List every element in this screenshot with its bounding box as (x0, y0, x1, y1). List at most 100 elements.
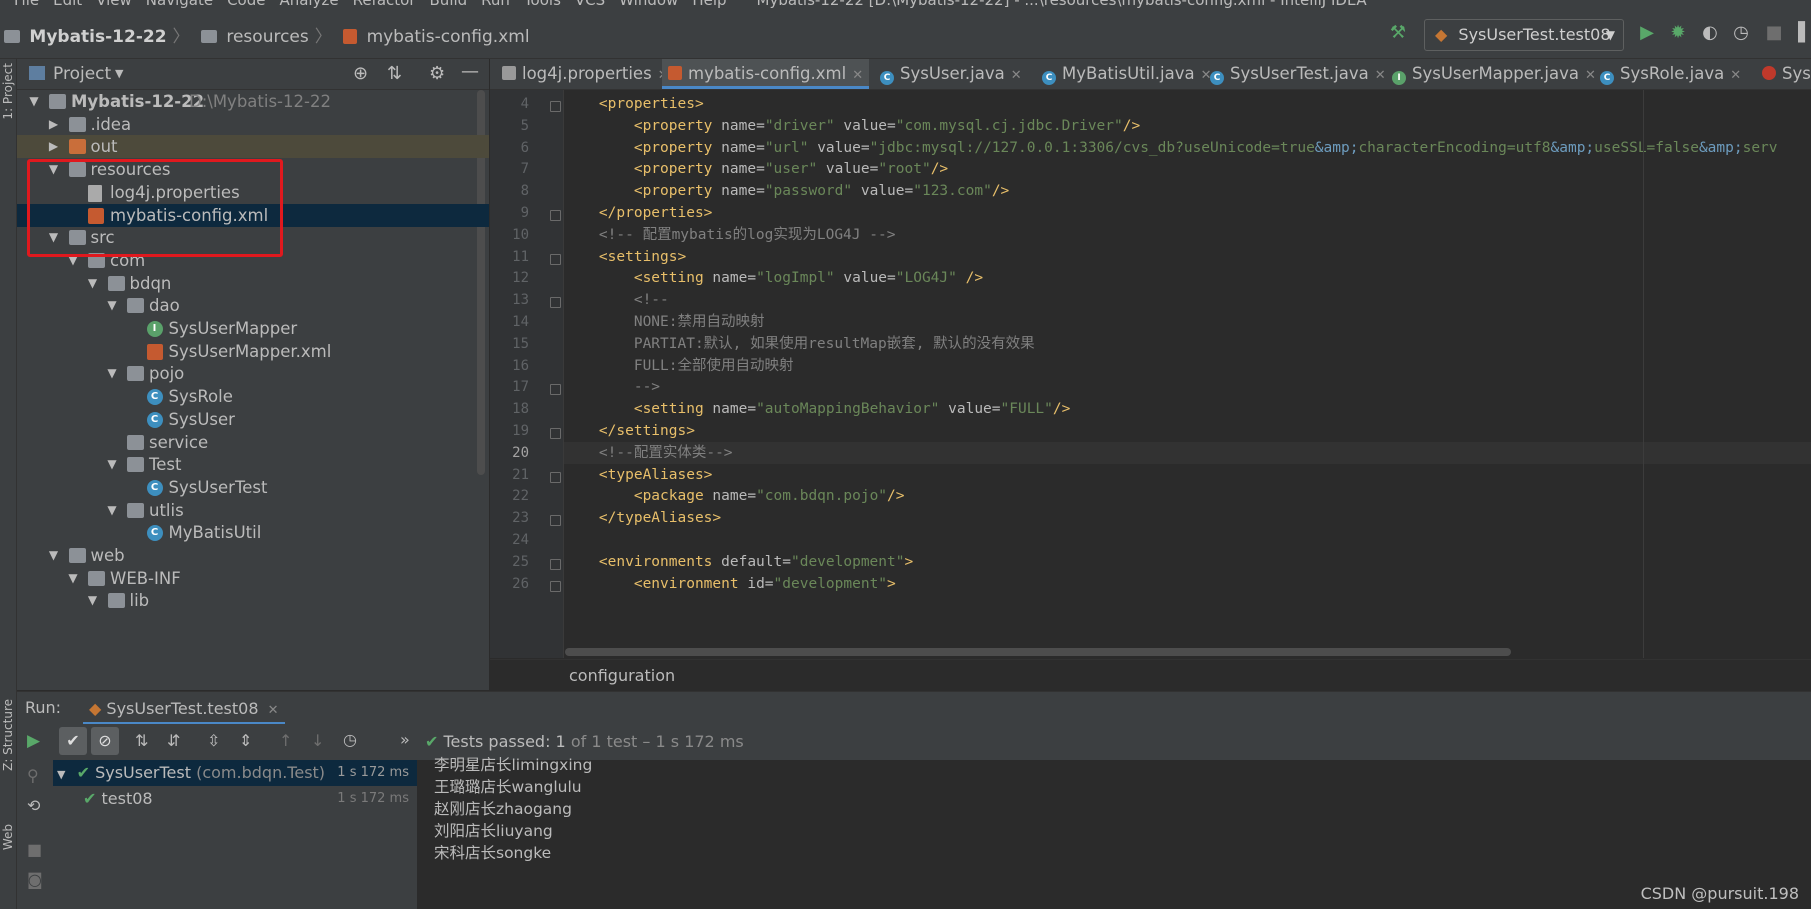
collapse-all-icon[interactable]: ⇅ (387, 63, 402, 84)
menu-item-view[interactable]: View (96, 0, 132, 8)
coverage-icon[interactable]: ◐ (1700, 23, 1720, 43)
code-editor[interactable]: <properties> <property name="driver" val… (564, 90, 1811, 658)
close-icon[interactable]: ✕ (268, 703, 279, 718)
run-configuration-select[interactable]: ◆ SysUserTest.test08 ▼ (1424, 19, 1624, 51)
close-icon[interactable]: ✕ (1375, 68, 1386, 83)
close-icon[interactable]: ✕ (1730, 68, 1741, 83)
run-icon[interactable]: ▶ (1637, 23, 1657, 43)
fold-marker-icon[interactable] (550, 101, 561, 112)
sort-duration-icon[interactable]: ⇵ (167, 731, 180, 750)
hide-icon[interactable]: — (461, 61, 479, 82)
chevron-down-icon[interactable]: ▼ (105, 362, 119, 385)
project-tool-tab[interactable]: 1: Project (1, 63, 15, 120)
chevron-down-icon[interactable]: ▼ (105, 499, 119, 522)
fold-marker-icon[interactable] (550, 253, 561, 265)
tree-item[interactable]: C SysUser (17, 408, 489, 431)
fold-marker-icon[interactable] (550, 428, 561, 439)
more-icon[interactable]: » (400, 730, 410, 749)
locate-icon[interactable]: ⊕ (353, 63, 368, 84)
expand-all-icon[interactable]: ⇳ (207, 731, 220, 750)
menu-item-navigate[interactable]: Navigate (146, 0, 213, 8)
next-icon[interactable]: ↓ (311, 731, 324, 750)
fold-marker-icon[interactable] (550, 297, 561, 309)
chevron-down-icon[interactable]: ▼ (105, 294, 119, 317)
editor-tab[interactable]: C MyBatisUtil.java ✕ (1036, 59, 1218, 89)
close-icon[interactable]: ✕ (1011, 68, 1022, 83)
close-icon[interactable]: ✕ (852, 68, 863, 83)
profile-icon[interactable]: ◷ (1731, 23, 1751, 43)
tree-item[interactable]: service (17, 431, 489, 454)
tree-item[interactable]: ▼ pojo (17, 362, 489, 385)
test-row-case[interactable]: ✔ test08 1 s 172 ms (53, 786, 417, 812)
menu-item-run[interactable]: Run (481, 0, 510, 8)
tree-item[interactable]: ▼ Test (17, 453, 489, 476)
tree-item[interactable]: ▼ web (17, 544, 489, 567)
fold-marker-icon[interactable] (550, 558, 561, 570)
chevron-right-icon[interactable]: ▶ (47, 113, 61, 136)
menu-item-build[interactable]: Build (430, 0, 468, 8)
menu-item-vcs[interactable]: VCS (575, 0, 605, 8)
camera-icon[interactable]: ◙ (27, 870, 43, 889)
tree-item[interactable]: ▶ out (17, 135, 489, 159)
menu-item-help[interactable]: Help (692, 0, 726, 8)
tree-item[interactable]: ▼ dao (17, 294, 489, 317)
history-icon[interactable]: ◷ (343, 730, 357, 749)
test-row-suite[interactable]: ▼ ✔ SysUserTest (com.bdqn.Test) 1 s 172 … (53, 760, 417, 786)
menu-item-code[interactable]: Code (227, 0, 265, 8)
more-icon[interactable]: ▌ (1795, 23, 1811, 43)
fold-marker-icon[interactable] (550, 580, 561, 592)
chevron-right-icon[interactable]: ▶ (47, 135, 61, 158)
chevron-down-icon[interactable]: ▼ (47, 544, 61, 567)
run-tab[interactable]: ◆ SysUserTest.test08 ✕ (83, 696, 285, 725)
stop-icon[interactable]: ■ (1764, 23, 1784, 43)
tree-item[interactable]: C SysUserTest (17, 476, 489, 499)
chevron-down-icon[interactable]: ▼ (105, 453, 119, 476)
refresh-icon[interactable]: ⟲ (27, 796, 40, 815)
chevron-down-icon[interactable]: ▼ (86, 589, 100, 612)
tree-item[interactable]: ▼ WEB-INF (17, 567, 489, 590)
menu-item-edit[interactable]: Edit (53, 0, 82, 8)
show-ignored-icon[interactable]: ⊘ (91, 727, 119, 755)
nav-file[interactable]: mybatis-config.xml (367, 27, 530, 47)
fold-marker-icon[interactable] (550, 515, 561, 527)
tree-item[interactable]: C MyBatisUtil (17, 521, 489, 544)
editor-tab[interactable]: Sys (1756, 59, 1811, 89)
sort-alpha-icon[interactable]: ⇅ (135, 731, 148, 750)
menu-item-analyze[interactable]: Analyze (279, 0, 338, 8)
editor-tab[interactable]: I SysUserMapper.java ✕ (1386, 59, 1602, 89)
editor-tab[interactable]: log4j.properties✕ (496, 59, 675, 89)
structure-tool-tab[interactable]: Z: Structure (1, 699, 15, 771)
fold-marker-icon[interactable] (550, 384, 561, 396)
menu-item-tools[interactable]: Tools (524, 0, 561, 8)
fold-marker-icon[interactable] (550, 471, 561, 483)
pin-icon[interactable]: ⚲ (27, 766, 39, 785)
web-tool-tab[interactable]: Web (1, 824, 15, 850)
previous-icon[interactable]: ↑ (279, 731, 292, 750)
chevron-down-icon[interactable]: ▼ (115, 67, 123, 80)
chevron-down-icon[interactable]: ▼ (27, 90, 41, 113)
gear-icon[interactable]: ⚙ (429, 63, 445, 84)
tree-item[interactable]: SysUserMapper.xml (17, 340, 489, 363)
show-passed-icon[interactable]: ✔ (59, 727, 87, 755)
tree-item[interactable]: I SysUserMapper (17, 317, 489, 340)
nav-folder[interactable]: resources (226, 27, 308, 47)
tree-item[interactable]: ▶ .idea (17, 113, 489, 136)
breadcrumb-configuration[interactable]: configuration (569, 666, 675, 685)
build-hammer-icon[interactable]: ⚒ (1388, 23, 1408, 43)
chevron-down-icon[interactable]: ▼ (66, 567, 80, 590)
editor-tab[interactable]: C SysUser.java ✕ (874, 59, 1028, 89)
editor-tab[interactable]: C SysRole.java ✕ (1594, 59, 1747, 89)
tree-item[interactable]: C SysRole (17, 385, 489, 408)
editor-tab[interactable]: mybatis-config.xml ✕ (662, 59, 870, 89)
menu-item-window[interactable]: Window (619, 0, 678, 8)
nav-project[interactable]: Mybatis-12-22 (29, 27, 166, 47)
collapse-all-icon[interactable]: ⇕ (239, 731, 252, 750)
editor-tab[interactable]: C SysUserTest.java ✕ (1204, 59, 1392, 89)
tree-item[interactable]: ▼ Mybatis-12-22 D:\Mybatis-12-22 (17, 90, 489, 113)
horizontal-scrollbar[interactable] (565, 648, 1511, 656)
menu-item-file[interactable]: File (14, 0, 39, 8)
console-output[interactable]: CSDN @pursuit.198 李明星店长limingxing 王璐璐店长wa… (418, 756, 1811, 909)
tree-item[interactable]: ▼ bdqn (17, 272, 489, 295)
project-panel-title[interactable]: Project (53, 64, 111, 84)
tree-item[interactable]: ▼ lib (17, 589, 489, 612)
